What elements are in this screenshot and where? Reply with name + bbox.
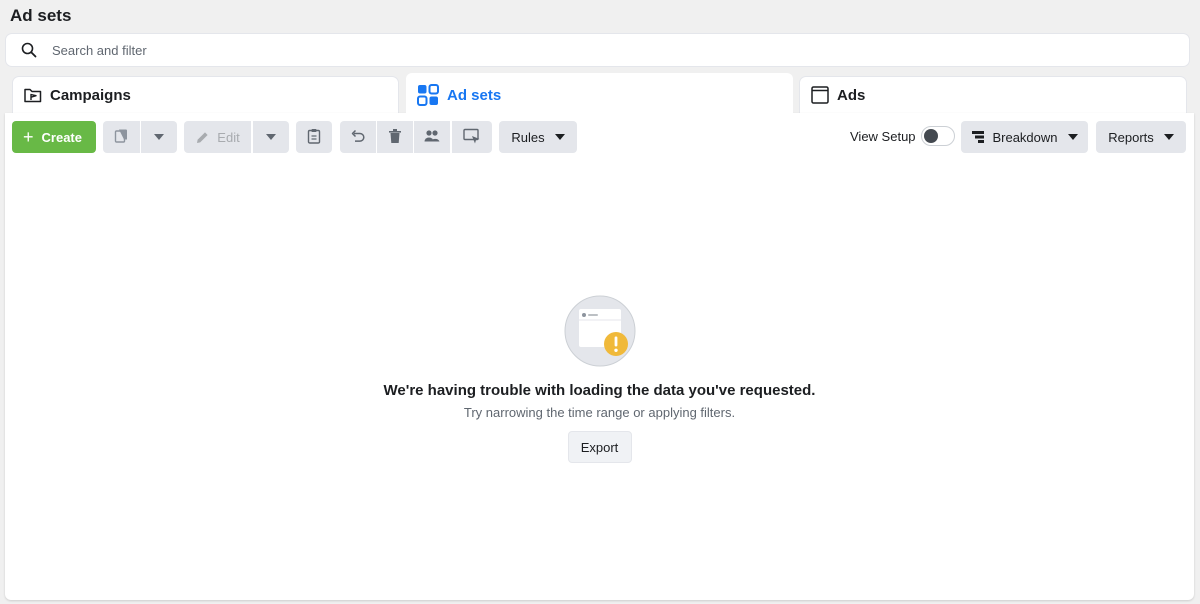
export-button[interactable]: Export (567, 431, 632, 463)
view-setup-label: View Setup (850, 129, 916, 144)
breakdown-button[interactable]: Breakdown (961, 121, 1088, 153)
tab-label: Campaigns (50, 86, 131, 104)
folder-flag-icon (24, 87, 42, 103)
duplicate-button[interactable] (103, 121, 140, 153)
audience-icon (424, 129, 440, 146)
undo-button[interactable] (340, 121, 376, 153)
clipboard-button[interactable] (296, 121, 332, 153)
tab-campaigns[interactable]: Campaigns (13, 77, 398, 113)
chevron-down-icon (266, 134, 276, 140)
reports-label: Reports (1108, 129, 1154, 145)
grid-icon (417, 84, 439, 106)
duplicate-dropdown-button[interactable] (141, 121, 177, 153)
chevron-down-icon (1067, 134, 1078, 140)
undo-icon (350, 128, 366, 147)
delete-button[interactable] (377, 121, 413, 153)
clipboard-icon (307, 128, 321, 147)
ad-sets-panel: + Create Edit Rules View Setup Breakdown… (5, 113, 1194, 600)
preview-button[interactable] (452, 121, 492, 153)
edit-dropdown-button[interactable] (253, 121, 289, 153)
breakdown-icon (971, 130, 985, 144)
toggle-knob (924, 129, 938, 143)
search-icon (20, 41, 38, 59)
duplicate-icon (114, 128, 130, 147)
edit-label: Edit (217, 129, 240, 145)
plus-icon: + (23, 127, 34, 147)
empty-state-subtitle: Try narrowing the time range or applying… (463, 405, 736, 420)
trash-icon (388, 128, 402, 147)
pencil-icon (195, 130, 210, 145)
create-label: Create (41, 129, 82, 145)
search-bar[interactable] (6, 34, 1189, 66)
reports-button[interactable]: Reports (1096, 121, 1186, 153)
data-error-illustration-icon (564, 295, 636, 367)
empty-state: We're having trouble with loading the da… (5, 295, 1194, 463)
breakdown-label: Breakdown (992, 129, 1058, 145)
empty-state-title: We're having trouble with loading the da… (383, 382, 816, 399)
chevron-down-icon (154, 134, 164, 140)
page-title: Ad sets (10, 6, 72, 25)
tab-ads[interactable]: Ads (800, 77, 1186, 113)
window-icon (811, 86, 829, 104)
chevron-down-icon (1163, 134, 1174, 140)
create-button[interactable]: + Create (12, 121, 96, 153)
rules-label: Rules (511, 129, 545, 145)
view-setup-toggle[interactable] (921, 126, 955, 146)
chevron-down-icon (554, 134, 565, 140)
rules-button[interactable]: Rules (499, 121, 577, 153)
audience-button[interactable] (414, 121, 450, 153)
tab-label: Ads (837, 86, 866, 104)
tab-label: Ad sets (447, 86, 502, 104)
search-input[interactable] (52, 42, 1052, 58)
edit-button[interactable]: Edit (184, 121, 251, 153)
tab-ad-sets[interactable]: Ad sets (406, 73, 793, 117)
preview-icon (463, 128, 481, 147)
